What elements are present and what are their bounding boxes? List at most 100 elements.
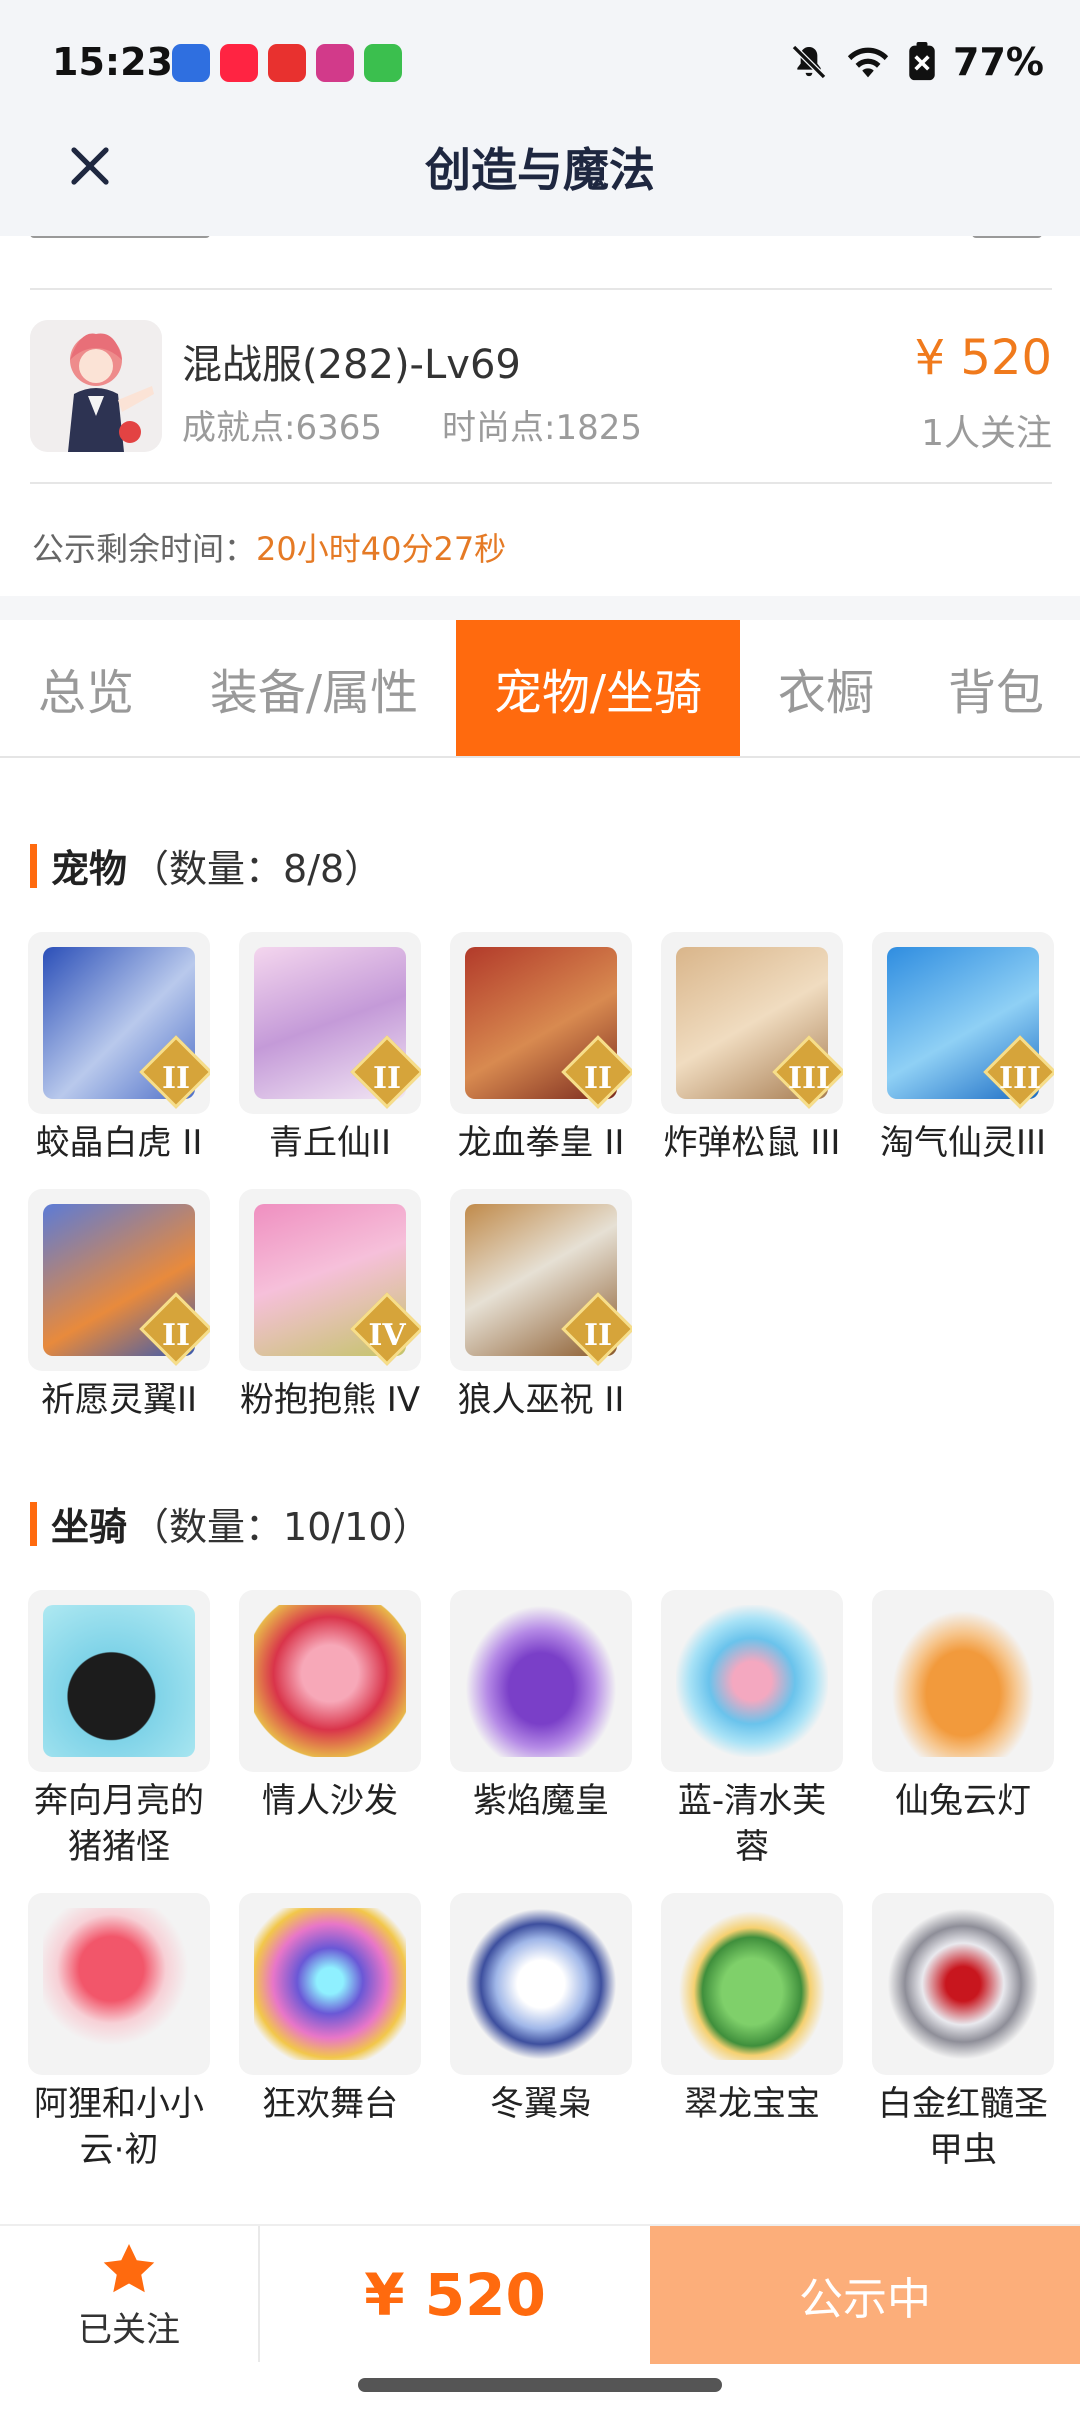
pet-item[interactable]: III 淘气仙灵III — [872, 932, 1054, 1166]
mount-item[interactable]: 蓝-清水芙蓉 — [661, 1590, 843, 1870]
tab-wardrobe[interactable]: 衣橱 — [740, 620, 912, 756]
mount-item[interactable]: 情人沙发 — [239, 1590, 421, 1824]
tab-overview[interactable]: 总览 — [0, 620, 172, 756]
tab-backpack[interactable]: 背包 — [912, 620, 1080, 756]
home-indicator[interactable] — [358, 2378, 722, 2392]
mount-image — [43, 1605, 195, 1757]
xiaohongshu-icon — [220, 44, 258, 82]
mount-thumbnail — [450, 1590, 632, 1772]
app-notification-icon — [268, 44, 306, 82]
mount-image — [254, 1908, 406, 2060]
tier-badge-text: III — [998, 1061, 1042, 1096]
pet-name: 青丘仙II — [268, 1123, 392, 1163]
public-notice-label: 公示中 — [799, 2274, 931, 2325]
wifi-icon — [847, 47, 889, 78]
mount-image — [887, 1908, 1039, 2060]
mount-thumbnail — [239, 1590, 421, 1772]
mount-image — [676, 1605, 828, 1757]
star-icon — [103, 2243, 155, 2292]
pet-item[interactable]: II 龙血拳皇 II — [450, 932, 632, 1166]
pet-thumbnail: III — [872, 932, 1054, 1114]
pet-thumbnail: II — [450, 932, 632, 1114]
pet-item[interactable]: II 蛟晶白虎 II — [28, 932, 210, 1166]
product-price: ¥ 520 — [914, 330, 1052, 386]
mount-name-line2: 甲虫 — [929, 2130, 997, 2170]
mount-name-line1: 紫焰魔皇 — [473, 1781, 609, 1821]
status-time: 15:23 — [52, 40, 173, 84]
mount-thumbnail — [872, 1590, 1054, 1772]
mount-item[interactable]: 翠龙宝宝 — [661, 1893, 843, 2127]
mount-image — [465, 1908, 617, 2060]
follower-count: 1人关注 — [921, 413, 1052, 454]
mount-item[interactable]: 奔向月亮的 猪猪怪 — [28, 1590, 210, 1870]
pet-item[interactable]: II 狼人巫祝 II — [450, 1189, 632, 1423]
pet-thumbnail: IV — [239, 1189, 421, 1371]
mount-name: 冬翼枭 — [450, 2081, 632, 2127]
status-bar: 15:23 77% — [0, 0, 1080, 130]
remaining-time-value: 20小时40分27秒 — [256, 530, 507, 568]
tab-equipment[interactable]: 装备/属性 — [172, 620, 456, 756]
pet-name: 龙血拳皇 II — [457, 1123, 625, 1163]
mount-item[interactable]: 仙兔云灯 — [872, 1590, 1054, 1824]
pets-title: 宠物 — [51, 847, 128, 891]
mounts-title: 坐骑 — [51, 1505, 128, 1549]
scrolled-text-fragment — [972, 236, 1042, 238]
mount-name: 狂欢舞台 — [239, 2081, 421, 2127]
pet-thumbnail: II — [450, 1189, 632, 1371]
product-summary[interactable]: 混战服(282)-Lv69 成就点:6365 时尚点:1825 ¥ 520 1人… — [30, 320, 1052, 456]
pet-item[interactable]: II 青丘仙II — [239, 932, 421, 1166]
mount-thumbnail — [872, 1893, 1054, 2075]
achievement-points: 成就点:6365 — [182, 408, 382, 448]
mount-item[interactable]: 白金红髓圣 甲虫 — [872, 1893, 1054, 2173]
mount-thumbnail — [661, 1893, 843, 2075]
mount-name: 白金红髓圣 甲虫 — [872, 2081, 1054, 2173]
tier-badge-text: II — [161, 1061, 191, 1096]
public-notice-button[interactable]: 公示中 — [650, 2226, 1080, 2364]
mount-name: 奔向月亮的 猪猪怪 — [28, 1778, 210, 1870]
pet-name: 粉抱抱熊 IV — [239, 1380, 421, 1420]
mount-thumbnail — [239, 1893, 421, 2075]
pet-item[interactable]: III 炸弹松鼠 III — [661, 932, 843, 1166]
mount-name: 仙兔云灯 — [872, 1778, 1054, 1824]
notification-icons — [172, 44, 402, 82]
mounts-section-title: 坐骑 （数量：10/10） — [30, 1496, 431, 1551]
mount-item[interactable]: 紫焰魔皇 — [450, 1590, 632, 1824]
remaining-time-label: 公示剩余时间： — [32, 530, 257, 568]
pet-thumbnail: II — [239, 932, 421, 1114]
pet-name: 炸弹松鼠 III — [663, 1123, 841, 1163]
character-avatar-art — [30, 320, 162, 452]
mount-name-line1: 冬翼枭 — [490, 2084, 592, 2124]
mount-item[interactable]: 狂欢舞台 — [239, 1893, 421, 2127]
mount-name-line1: 奔向月亮的 — [34, 1781, 204, 1821]
mount-image — [43, 1908, 195, 2060]
top-bar: 15:23 77% 创造与魔法 — [0, 0, 1080, 236]
mount-name-line1: 蓝-清水芙 — [677, 1781, 827, 1821]
follow-button[interactable]: 已关注 — [0, 2226, 258, 2364]
mount-item[interactable]: 冬翼枭 — [450, 1893, 632, 2127]
tab-bar: 总览 装备/属性 宠物/坐骑 衣橱 背包 — [0, 620, 1080, 758]
mount-thumbnail — [450, 1893, 632, 2075]
app-notification-icon — [316, 44, 354, 82]
server-level: 混战服(282)-Lv69 — [182, 342, 521, 388]
divider — [30, 482, 1052, 484]
tab-equipment-label: 装备/属性 — [209, 665, 419, 721]
battery-percentage: 77% — [953, 40, 1044, 84]
mount-name: 翠龙宝宝 — [661, 2081, 843, 2127]
tab-backpack-label: 背包 — [947, 665, 1044, 721]
product-stats: 成就点:6365 时尚点:1825 — [182, 400, 642, 449]
pets-section-title: 宠物 （数量：8/8） — [30, 838, 382, 893]
pet-item[interactable]: II 祈愿灵翼II — [28, 1189, 210, 1423]
mount-name: 阿狸和小小 云·初 — [28, 2081, 210, 2173]
pet-name: 蛟晶白虎 II — [35, 1123, 203, 1163]
mount-name-line2: 猪猪怪 — [68, 1827, 170, 1867]
mount-name: 情人沙发 — [239, 1778, 421, 1824]
mount-name-line1: 阿狸和小小 — [34, 2084, 204, 2124]
tab-pets-mounts[interactable]: 宠物/坐骑 — [456, 620, 740, 756]
pets-count: （数量：8/8） — [131, 847, 383, 891]
page-title: 创造与魔法 — [425, 143, 655, 197]
scrolled-text-fragment — [30, 236, 210, 238]
bottom-price: ¥ 520 — [364, 2261, 546, 2329]
pet-item[interactable]: IV 粉抱抱熊 IV — [239, 1189, 421, 1423]
page-header: 创造与魔法 — [0, 120, 1080, 236]
mount-item[interactable]: 阿狸和小小 云·初 — [28, 1893, 210, 2173]
